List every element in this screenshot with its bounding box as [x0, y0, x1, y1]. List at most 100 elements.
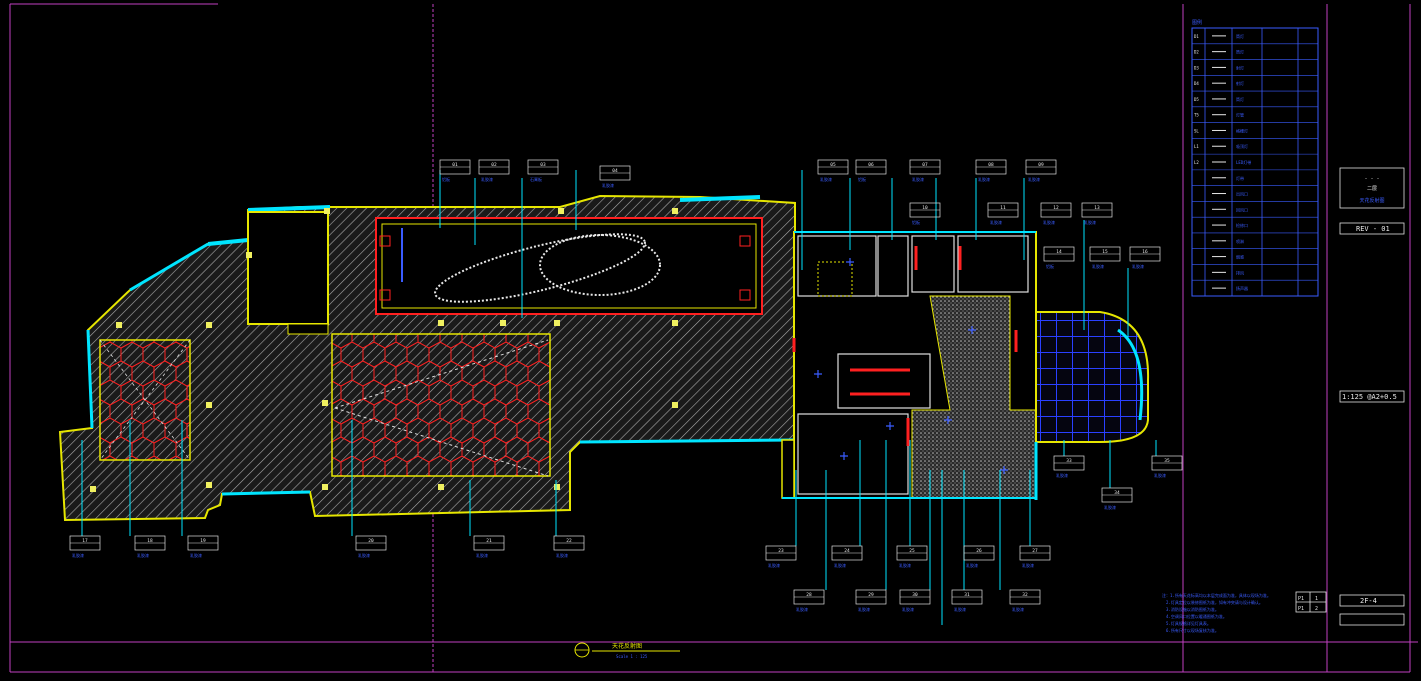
- material-tag-desc: 石膏板: [530, 176, 542, 182]
- material-tag-id: 13: [1094, 205, 1100, 211]
- legend-row: L1 吸顶灯: [1192, 143, 1318, 155]
- material-tag: 11 乳胶漆: [987, 202, 1019, 225]
- title-block-name: 天花反射图: [1359, 197, 1384, 204]
- material-tag-desc: 乳胶漆: [902, 606, 914, 612]
- legend-rows: D1 筒灯 D2 筒灯 D3 射灯 D4 射灯 D5 筒灯 T5 灯管 SL 格栅灯 L1 吸顶灯 L2 LED灯…: [1192, 33, 1318, 297]
- material-tag-desc: 乳胶漆: [1028, 176, 1040, 182]
- drawing-title-text: 天花反射图: [612, 642, 642, 650]
- material-tag: 04 乳胶漆: [599, 165, 631, 188]
- note-line: 4.空调风口位置以暖通图纸为准。: [1166, 613, 1227, 619]
- material-tag-id: 24: [844, 548, 850, 554]
- legend-desc: 筒灯: [1236, 96, 1244, 102]
- sheet-row-2-label: P1: [1298, 606, 1304, 612]
- material-tag-desc: 乳胶漆: [476, 552, 488, 558]
- material-tag-id: 11: [1000, 205, 1006, 211]
- material-tag: 12 乳胶漆: [1040, 202, 1072, 225]
- material-tag: 35 乳胶漆: [1151, 455, 1183, 478]
- material-tag-desc: 铝板: [1046, 263, 1054, 269]
- legend-row: 烟感: [1192, 254, 1318, 265]
- legend-code: D5: [1194, 97, 1199, 102]
- material-tag: 21 乳胶漆: [473, 535, 505, 558]
- material-tag-id: 27: [1032, 548, 1038, 554]
- title-block-top: - - -: [1364, 176, 1379, 182]
- title-block-floor: 二层: [1367, 186, 1377, 192]
- note-line: 6.所有尺寸以现场复核为准。: [1166, 627, 1219, 633]
- material-tag-desc: 乳胶漆: [72, 552, 84, 558]
- material-tag-id: 01: [452, 162, 458, 168]
- legend-desc: 排风: [1236, 269, 1244, 275]
- legend-desc: 筒灯: [1236, 33, 1244, 39]
- material-tag: 18 乳胶漆: [134, 535, 166, 558]
- legend-row: D1 筒灯: [1192, 33, 1318, 45]
- material-tag-id: 17: [82, 538, 88, 544]
- material-tag-id: 09: [1038, 162, 1044, 168]
- material-tag-id: 22: [566, 538, 572, 544]
- sheet-row-1-label: P1: [1298, 596, 1304, 602]
- material-tag-id: 21: [486, 538, 492, 544]
- note-line: 3.消防设施以消防图纸为准。: [1166, 606, 1219, 612]
- material-tag-id: 07: [922, 162, 928, 168]
- material-tag: 26 乳胶漆: [963, 545, 995, 568]
- material-tag-id: 25: [909, 548, 915, 554]
- material-tag-desc: 乳胶漆: [1056, 472, 1068, 478]
- material-tag-id: 33: [1066, 458, 1072, 464]
- legend-desc: 射灯: [1236, 80, 1244, 86]
- material-tag-desc: 乳胶漆: [358, 552, 370, 558]
- legend-row: L2 LED灯带: [1192, 159, 1318, 171]
- material-tag-desc: 乳胶漆: [768, 562, 780, 568]
- legend-desc: 吸顶灯: [1236, 143, 1248, 149]
- legend-desc: 扬声器: [1236, 285, 1248, 291]
- material-tag: 23 乳胶漆: [765, 545, 797, 568]
- material-tag-id: 04: [612, 168, 618, 174]
- legend-row: D4 射灯: [1192, 80, 1318, 92]
- legend-row: 灯带: [1192, 175, 1318, 186]
- material-tag: 05 乳胶漆: [817, 159, 849, 182]
- drawing-title: 天花反射图 Scale 1 : 125: [574, 642, 680, 659]
- material-tag-desc: 乳胶漆: [556, 552, 568, 558]
- note-line: 注：1.所有天花标高均以本层完成面为准，具体以现场为准。: [1162, 592, 1271, 598]
- material-tag-desc: 乳胶漆: [834, 562, 846, 568]
- material-tag: 25 乳胶漆: [896, 545, 928, 568]
- material-tag-id: 34: [1114, 490, 1120, 496]
- legend-desc: 喷淋: [1236, 238, 1244, 244]
- material-tag-id: 15: [1102, 249, 1108, 255]
- material-tag: 22 乳胶漆: [553, 535, 585, 558]
- material-tag-desc: 铝板: [442, 176, 450, 182]
- note-line: 2.灯具定位以装修图纸为准，如有冲突请与设计确认。: [1166, 599, 1263, 605]
- material-tag-id: 28: [806, 592, 812, 598]
- material-tag: 02 乳胶漆: [478, 159, 510, 182]
- legend-code: D4: [1194, 81, 1199, 86]
- material-tag: 31 乳胶漆: [951, 589, 983, 612]
- legend-row: D3 射灯: [1192, 64, 1318, 76]
- material-tag-desc: 乳胶漆: [1092, 263, 1104, 269]
- legend-code: D2: [1194, 50, 1199, 55]
- legend-desc: 格栅灯: [1236, 127, 1248, 133]
- material-tag-id: 02: [491, 162, 497, 168]
- material-tag-desc: 乳胶漆: [602, 182, 614, 188]
- material-tag-id: 05: [830, 162, 836, 168]
- material-tag-desc: 乳胶漆: [1132, 263, 1144, 269]
- legend-desc: 射灯: [1236, 64, 1244, 70]
- material-tag-id: 08: [988, 162, 994, 168]
- material-tag-desc: 乳胶漆: [858, 606, 870, 612]
- legend-row: D5 筒灯: [1192, 96, 1318, 108]
- material-tag: 01 铝板: [439, 159, 471, 182]
- legend-title: 图例: [1192, 19, 1202, 26]
- material-tag-desc: 乳胶漆: [912, 176, 924, 182]
- material-tag-desc: 乳胶漆: [1084, 219, 1096, 225]
- legend-row: T5 灯管: [1192, 112, 1318, 123]
- title-block: - - - 二层 天花反射图 REV - 01 1:125 @A2+0.5 2F…: [1295, 167, 1405, 626]
- material-tag-desc: 乳胶漆: [954, 606, 966, 612]
- legend-code: L1: [1194, 144, 1199, 149]
- legend-row: D2 筒灯: [1192, 49, 1318, 60]
- material-tag-id: 18: [147, 538, 153, 544]
- material-tag-desc: 乳胶漆: [1154, 472, 1166, 478]
- material-tag-desc: 乳胶漆: [796, 606, 808, 612]
- material-tag: 03 石膏板: [527, 159, 559, 182]
- floor-plan-right-wing: [781, 231, 1150, 500]
- scale-label: 1:125 @A2+0.5: [1342, 393, 1397, 401]
- material-tag: 15 乳胶漆: [1089, 246, 1121, 269]
- material-tag: 28 乳胶漆: [793, 589, 825, 612]
- legend-desc: LED灯带: [1236, 159, 1251, 165]
- legend-row: 回风口: [1192, 207, 1318, 218]
